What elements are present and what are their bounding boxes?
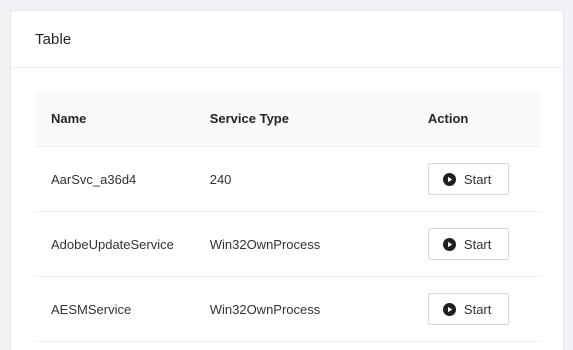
start-button-label: Start <box>463 301 492 317</box>
start-button[interactable]: Start <box>427 228 509 260</box>
table-card: Table Name Service Type Action AarSvc_a3… <box>10 10 564 350</box>
cell-service-type: Win32OwnProcess <box>209 276 428 342</box>
cell-action: Start <box>427 146 541 212</box>
play-circle-icon <box>442 302 456 316</box>
cell-action: Start <box>427 211 541 277</box>
start-button-label: Start <box>463 236 492 252</box>
column-header-service-type[interactable]: Service Type <box>209 91 428 147</box>
column-header-name[interactable]: Name <box>35 91 210 147</box>
services-table-wrapper: Name Service Type Action AarSvc_a36d4 24… <box>35 91 541 342</box>
cell-service-type: Win32OwnProcess <box>209 211 428 277</box>
cell-service-type: 240 <box>209 146 428 212</box>
table-header-row: Name Service Type Action <box>35 91 541 147</box>
services-table: Name Service Type Action AarSvc_a36d4 24… <box>35 91 541 342</box>
column-header-action: Action <box>427 91 541 147</box>
cell-name: AarSvc_a36d4 <box>35 146 210 212</box>
cell-name: AdobeUpdateService <box>35 211 210 277</box>
card-header: Table <box>11 11 563 68</box>
table-body: AarSvc_a36d4 240 Start AdobeUpdateServic… <box>35 146 541 342</box>
start-button[interactable]: Start <box>427 163 509 195</box>
play-circle-icon <box>442 237 456 251</box>
play-circle-icon <box>442 172 456 186</box>
table-row: AarSvc_a36d4 240 Start <box>35 146 541 212</box>
table-header: Name Service Type Action <box>35 91 541 147</box>
card-title: Table <box>35 30 72 48</box>
start-button-label: Start <box>463 171 492 187</box>
table-row: AdobeUpdateService Win32OwnProcess Start <box>35 211 541 277</box>
cell-action: Start <box>427 276 541 342</box>
table-row: AESMService Win32OwnProcess Start <box>35 276 541 342</box>
start-button[interactable]: Start <box>427 293 509 325</box>
cell-name: AESMService <box>35 276 210 342</box>
